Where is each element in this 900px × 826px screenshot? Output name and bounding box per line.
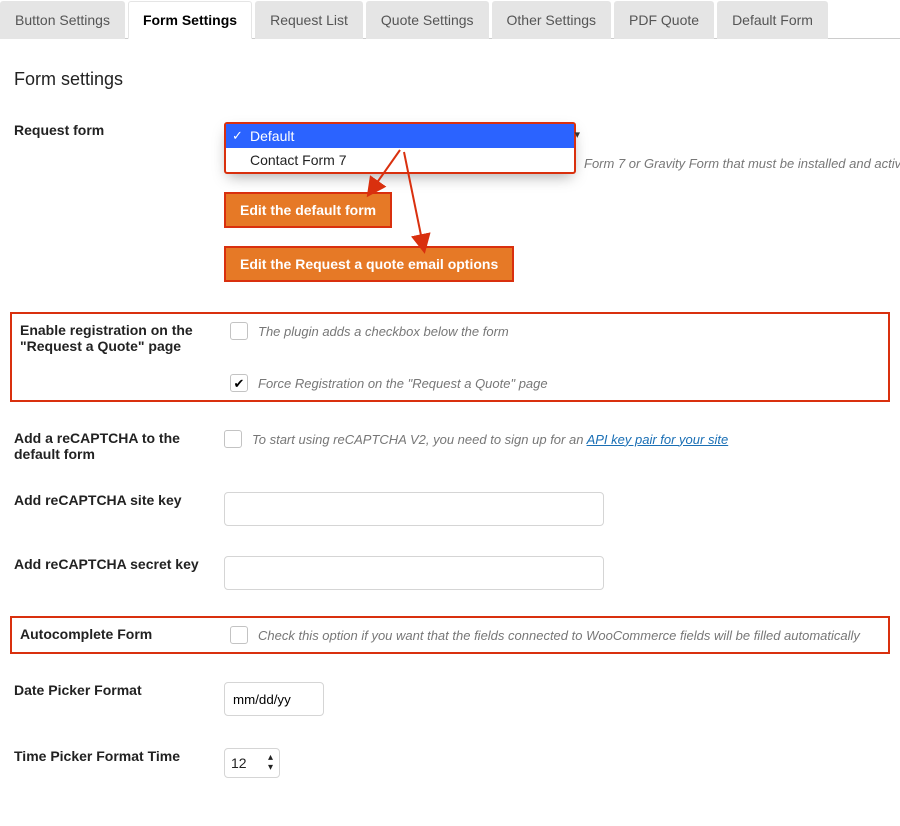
recaptcha-site-label: Add reCAPTCHA site key xyxy=(14,492,224,508)
enable-registration-checkbox[interactable] xyxy=(230,322,248,340)
recaptcha-add-desc: To start using reCAPTCHA V2, you need to… xyxy=(252,432,728,447)
enable-registration-desc-1: The plugin adds a checkbox below the for… xyxy=(258,324,509,339)
enable-registration-label: Enable registration on the "Request a Qu… xyxy=(20,322,230,354)
chevron-down-icon: ▾ xyxy=(574,128,580,141)
force-registration-checkbox[interactable] xyxy=(230,374,248,392)
recaptcha-site-input[interactable] xyxy=(224,492,604,526)
date-picker-input[interactable] xyxy=(224,682,324,716)
settings-tabs: Button Settings Form Settings Request Li… xyxy=(0,0,900,39)
recaptcha-add-checkbox[interactable] xyxy=(224,430,242,448)
tab-quote-settings[interactable]: Quote Settings xyxy=(366,1,489,39)
enable-registration-highlight: Enable registration on the "Request a Qu… xyxy=(10,312,890,402)
autocomplete-highlight: Autocomplete Form Check this option if y… xyxy=(10,616,890,654)
autocomplete-desc: Check this option if you want that the f… xyxy=(258,628,860,643)
chevron-updown-icon: ▴▾ xyxy=(268,753,273,773)
section-title: Form settings xyxy=(14,69,890,90)
tab-button-settings[interactable]: Button Settings xyxy=(0,1,125,39)
recaptcha-secret-input[interactable] xyxy=(224,556,604,590)
autocomplete-checkbox[interactable] xyxy=(230,626,248,644)
request-form-label: Request form xyxy=(14,122,224,138)
request-form-select[interactable]: Default Contact Form 7 ▾ xyxy=(224,122,576,174)
tab-request-list[interactable]: Request List xyxy=(255,1,363,39)
request-form-option-cf7[interactable]: Contact Form 7 xyxy=(226,148,574,172)
tab-form-settings[interactable]: Form Settings xyxy=(128,1,252,39)
time-picker-select[interactable]: 12 ▴▾ xyxy=(224,748,280,778)
date-picker-label: Date Picker Format xyxy=(14,682,224,698)
tab-other-settings[interactable]: Other Settings xyxy=(492,1,612,39)
request-form-hint: Form 7 or Gravity Form that must be inst… xyxy=(584,156,900,171)
tab-default-form[interactable]: Default Form xyxy=(717,1,828,39)
edit-email-options-button[interactable]: Edit the Request a quote email options xyxy=(224,246,514,282)
time-picker-value: 12 xyxy=(231,755,247,771)
tab-pdf-quote[interactable]: PDF Quote xyxy=(614,1,714,39)
time-picker-label: Time Picker Format Time xyxy=(14,748,224,764)
request-form-option-default[interactable]: Default xyxy=(226,124,574,148)
enable-registration-desc-2: Force Registration on the "Request a Quo… xyxy=(258,376,548,391)
edit-default-form-button[interactable]: Edit the default form xyxy=(224,192,392,228)
recaptcha-add-label: Add a reCAPTCHA to the default form xyxy=(14,430,224,462)
recaptcha-api-link[interactable]: API key pair for your site xyxy=(587,432,729,447)
recaptcha-secret-label: Add reCAPTCHA secret key xyxy=(14,556,224,572)
recaptcha-add-text-prefix: To start using reCAPTCHA V2, you need to… xyxy=(252,432,587,447)
autocomplete-label: Autocomplete Form xyxy=(20,626,230,642)
